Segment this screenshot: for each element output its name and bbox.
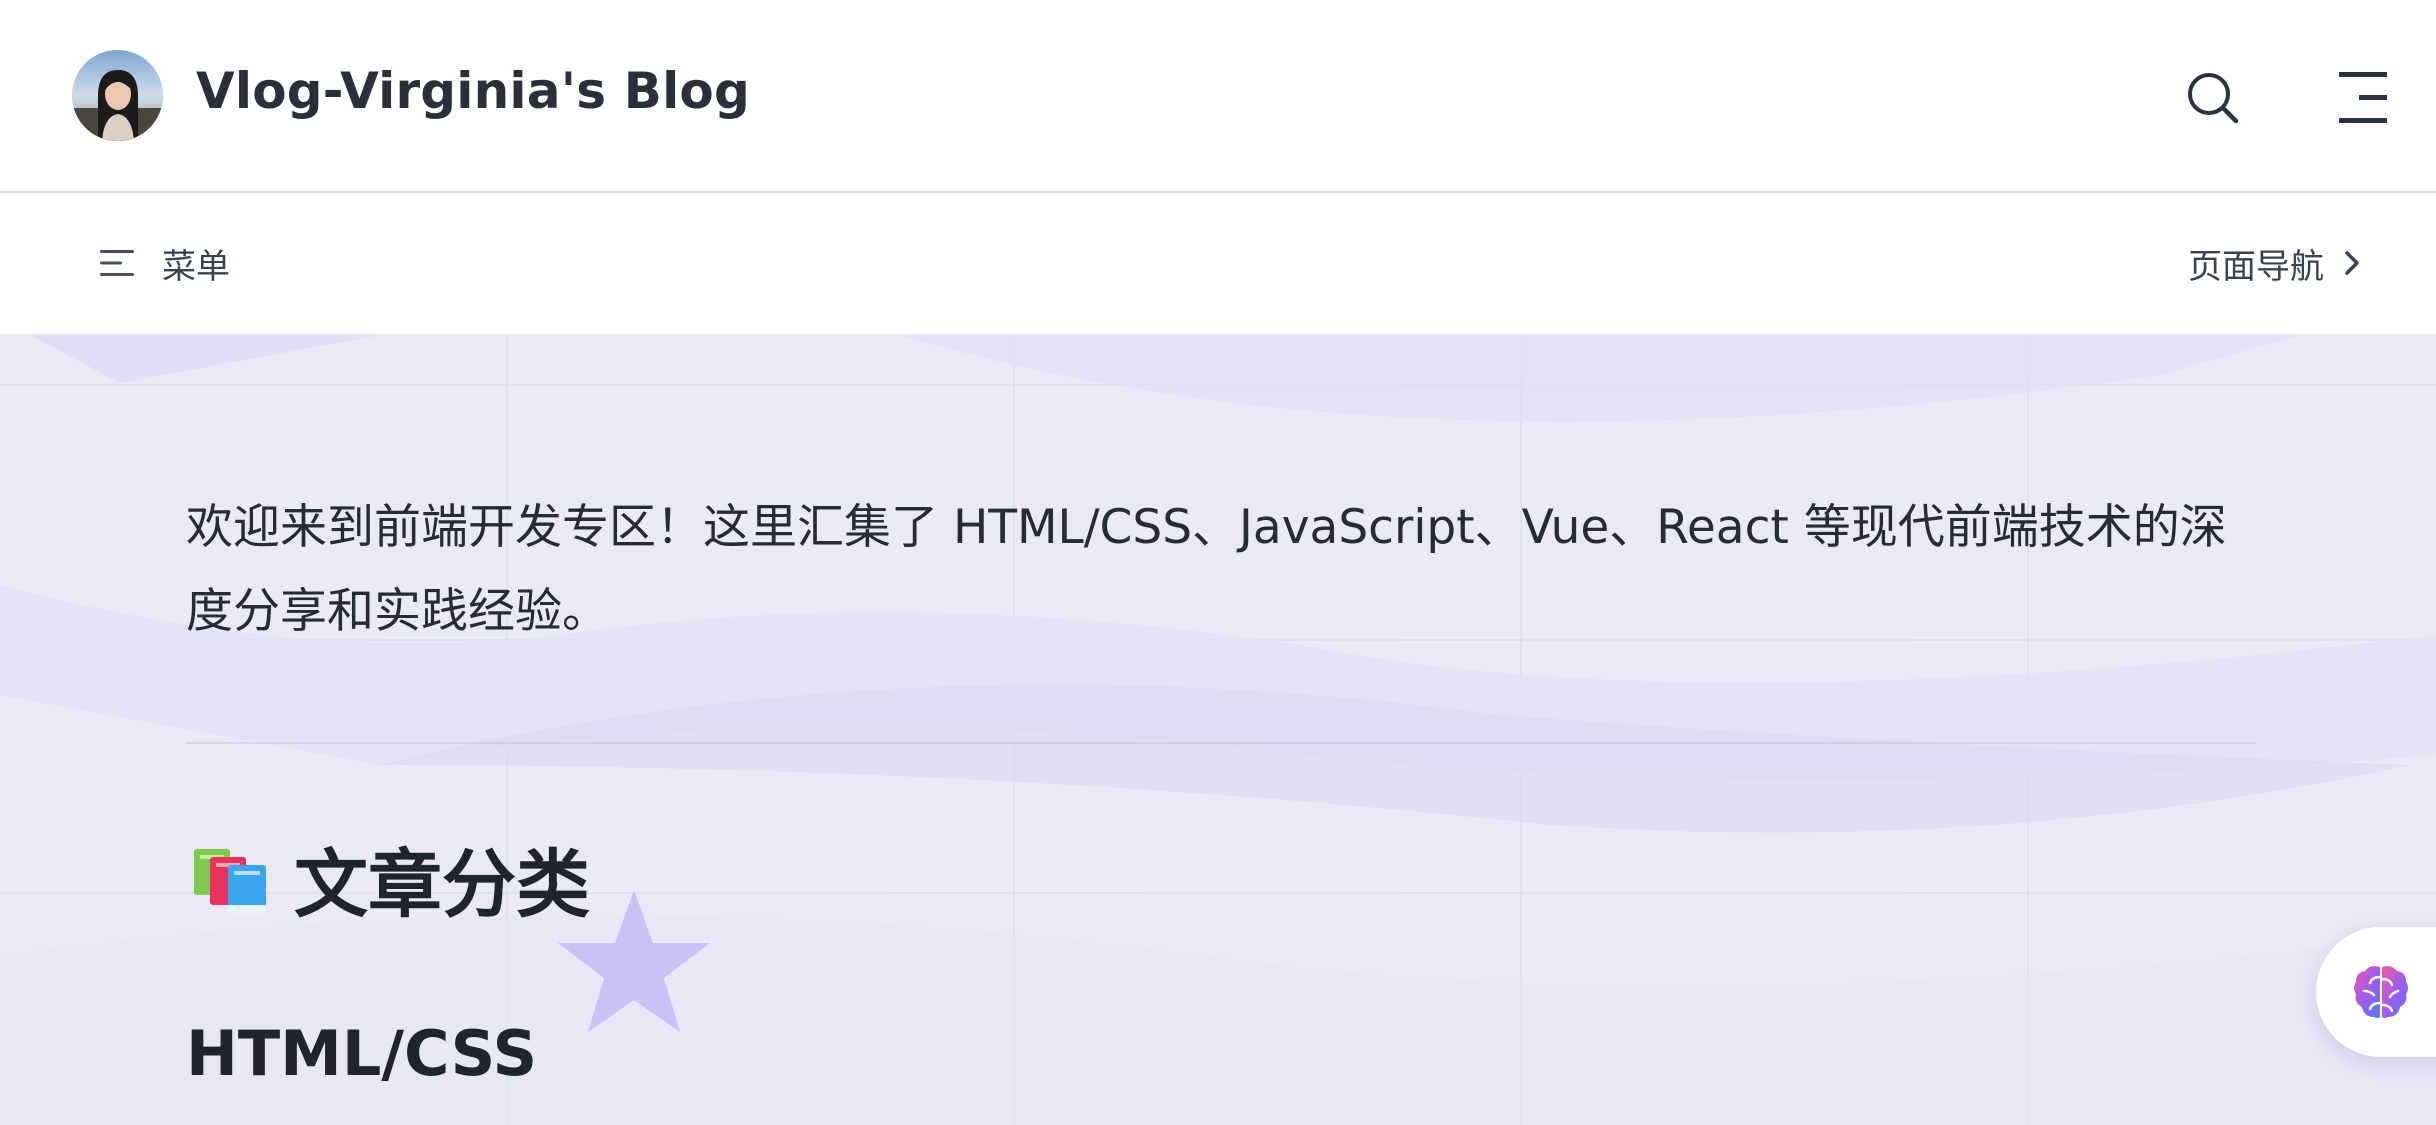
site-title[interactable]: Vlog-Virginia's Blog bbox=[196, 62, 750, 120]
books-emoji-icon bbox=[194, 848, 266, 913]
search-icon bbox=[2188, 73, 2239, 124]
wave-background-decoration bbox=[0, 335, 2436, 1125]
list-lines-icon bbox=[100, 250, 134, 276]
section-divider bbox=[186, 742, 2256, 744]
intro-paragraph: 欢迎来到前端开发专区！这里汇集了 HTML/CSS、JavaScript、Vue… bbox=[186, 500, 2227, 639]
page-nav-label: 页面导航 bbox=[2188, 246, 2324, 287]
chevron-right-icon bbox=[2345, 251, 2359, 275]
section-heading: 文章分类 bbox=[192, 825, 590, 932]
menu-label: 菜单 bbox=[162, 246, 230, 287]
hamburger-menu-icon bbox=[2339, 72, 2387, 123]
article-content: 欢迎来到前端开发专区！这里汇集了 HTML/CSS、JavaScript、Vue… bbox=[0, 335, 2436, 1125]
avatar[interactable] bbox=[72, 50, 163, 141]
user-avatar-photo bbox=[72, 50, 163, 141]
main-menu-toggle[interactable] bbox=[2335, 70, 2391, 126]
ai-assistant-button[interactable] bbox=[2316, 927, 2436, 1057]
ai-brain-icon bbox=[2354, 966, 2408, 1018]
page-navigation-button[interactable]: 页面导航 bbox=[2188, 235, 2364, 291]
section-title: 文章分类 bbox=[294, 842, 590, 928]
site-header: Vlog-Virginia's Blog bbox=[0, 0, 2436, 193]
search-button[interactable] bbox=[2185, 70, 2241, 126]
sub-navigation-bar: 菜单 页面导航 bbox=[0, 193, 2436, 335]
category-heading-html-css[interactable]: HTML/CSS bbox=[186, 1017, 537, 1090]
sidebar-menu-button[interactable]: 菜单 bbox=[98, 235, 230, 291]
